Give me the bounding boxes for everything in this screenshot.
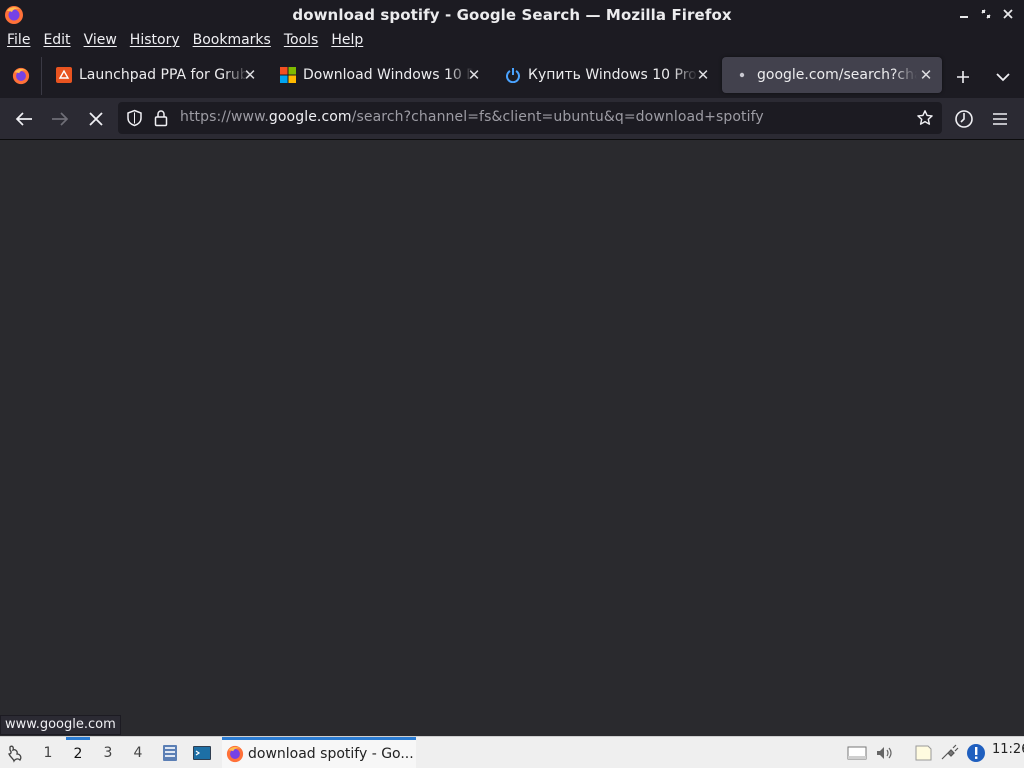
tab-label: google.com/search?channel=fs [757, 67, 917, 83]
page-content[interactable] [0, 140, 1024, 736]
window-titlebar[interactable]: download spotify - Google Search — Mozil… [0, 0, 1024, 29]
start-menu-button[interactable] [4, 741, 28, 765]
taskbar-firefox-window[interactable]: download spotify - Go... [222, 737, 416, 768]
tray-window-icon [847, 746, 867, 760]
notes-icon [915, 745, 932, 761]
close-icon [89, 112, 103, 126]
menu-bookmarks[interactable]: Bookmarks [193, 32, 271, 48]
taskbar: 1 2 3 4 download spotify - Go... 11:2 [0, 736, 1024, 768]
power-icon [506, 68, 520, 83]
distro-logo-icon [8, 745, 22, 763]
new-tab-button[interactable] [950, 65, 976, 89]
tab-buy-windows[interactable]: Купить Windows 10 Pro ключ ✕ [493, 57, 719, 93]
list-all-tabs-button[interactable] [990, 65, 1016, 89]
shield-icon[interactable] [126, 109, 143, 127]
navigation-toolbar: https://www.google.com/search?channel=fs… [0, 98, 1024, 140]
url-path: /search?channel=fs&client=ubuntu&q=downl… [351, 109, 764, 125]
menu-bar: File Edit View History Bookmarks Tools H… [0, 29, 1024, 51]
plus-icon [957, 71, 969, 83]
tab-download-windows[interactable]: Download Windows 10 Disc Image ✕ [268, 57, 490, 93]
firefox-view-button[interactable] [0, 57, 42, 95]
tab-google-search[interactable]: google.com/search?channel=fs ✕ [722, 57, 942, 93]
maximize-icon[interactable] [978, 6, 994, 22]
arrow-right-icon [52, 112, 69, 126]
network-tray[interactable] [938, 743, 960, 763]
firefox-account-button[interactable] [950, 105, 978, 133]
firefox-view-icon [12, 67, 29, 85]
window-title: download spotify - Google Search — Mozil… [292, 5, 732, 24]
menu-help[interactable]: Help [331, 32, 363, 48]
terminal-icon[interactable] [192, 743, 212, 763]
close-tab-icon[interactable]: ✕ [918, 66, 934, 84]
launchpad-icon [56, 67, 72, 83]
network-plug-icon [941, 744, 959, 760]
microsoft-icon [280, 67, 296, 83]
firefox-icon [5, 6, 23, 24]
address-bar[interactable]: https://www.google.com/search?channel=fs… [118, 102, 942, 134]
url-host: google.com [268, 109, 352, 125]
arrow-left-icon [15, 112, 32, 126]
forward-button[interactable] [46, 105, 74, 133]
workspace-2[interactable]: 2 [66, 737, 90, 768]
tab-label: Купить Windows 10 Pro ключ [528, 67, 698, 83]
firefox-icon [226, 745, 244, 763]
workspace-4[interactable]: 4 [126, 737, 150, 768]
link-status-tooltip: www.google.com [0, 715, 121, 735]
loading-dot-icon [739, 72, 745, 78]
workspace-1[interactable]: 1 [36, 737, 60, 768]
volume-tray[interactable] [874, 743, 896, 763]
back-button[interactable] [10, 105, 38, 133]
url-prefix: https://www. [180, 109, 269, 125]
url-text: https://www.google.com/search?channel=fs… [180, 109, 764, 125]
tab-strip: Launchpad PPA for Grub Customizer ✕ Down… [0, 51, 1024, 98]
workspace-3[interactable]: 3 [96, 737, 120, 768]
hamburger-menu-icon [993, 113, 1007, 125]
menu-view[interactable]: View [84, 32, 117, 48]
tab-label: Launchpad PPA for Grub Customizer [79, 67, 249, 83]
window-controls [956, 6, 1016, 22]
chevron-down-icon [996, 73, 1010, 82]
volume-icon [877, 747, 892, 759]
star-icon[interactable] [916, 109, 934, 127]
desktop-screen: download spotify - Google Search — Mozil… [0, 0, 1024, 768]
menu-edit[interactable]: Edit [43, 32, 70, 48]
updates-tray[interactable] [965, 743, 987, 763]
close-tab-icon[interactable]: ✕ [466, 66, 482, 84]
alert-icon [967, 744, 985, 762]
close-window-icon[interactable] [1000, 6, 1016, 22]
stop-loading-button[interactable] [82, 105, 110, 133]
sync-clock-icon [955, 110, 973, 128]
app-menu-button[interactable] [986, 105, 1014, 133]
clipboard-tray[interactable] [846, 743, 868, 763]
menu-history[interactable]: History [130, 32, 180, 48]
clock[interactable]: 11:26 [992, 742, 1024, 757]
tab-launchpad[interactable]: Launchpad PPA for Grub Customizer ✕ [44, 57, 266, 93]
minimize-icon[interactable] [956, 6, 972, 22]
close-tab-icon[interactable]: ✕ [695, 66, 711, 84]
menu-file[interactable]: File [7, 32, 30, 48]
close-tab-icon[interactable]: ✕ [242, 66, 258, 84]
lock-icon[interactable] [154, 109, 168, 127]
tab-label: Download Windows 10 Disc Image [303, 67, 473, 83]
notes-tray[interactable] [912, 743, 934, 763]
menu-tools[interactable]: Tools [284, 32, 319, 48]
taskbar-window-label: download spotify - Go... [248, 746, 414, 762]
file-manager-icon[interactable] [160, 743, 180, 763]
